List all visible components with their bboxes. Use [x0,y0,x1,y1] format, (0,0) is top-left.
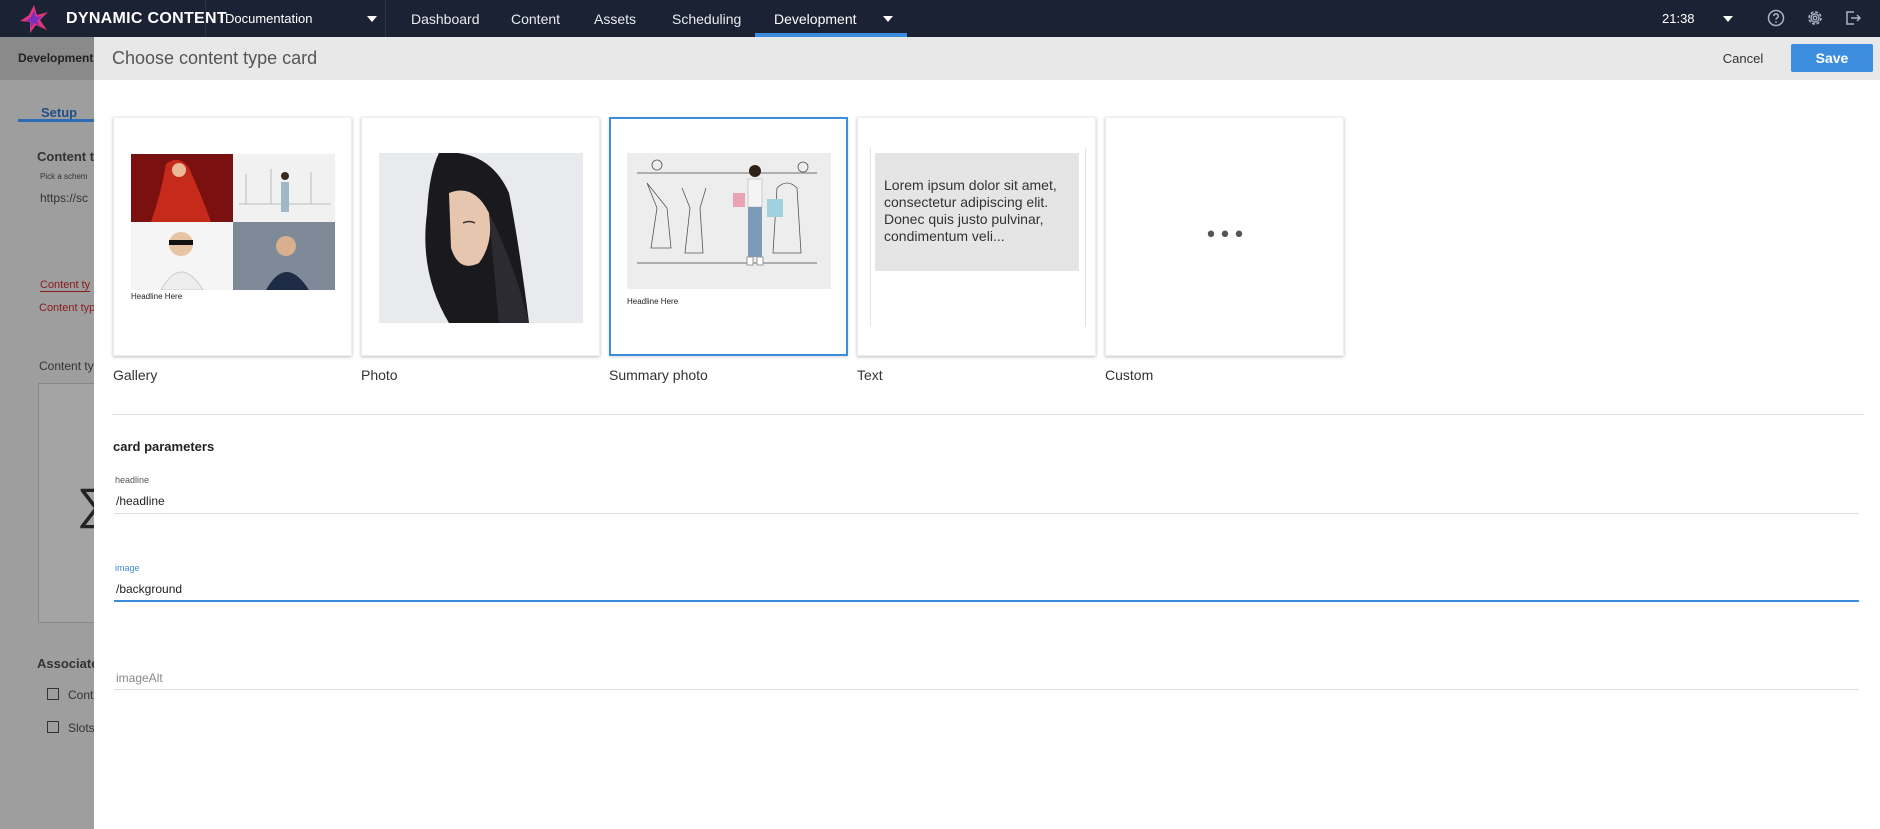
content-type-label: Content ty [39,359,94,373]
card-custom[interactable]: ••• [1105,117,1344,356]
brand-name: DYNAMIC CONTENT [66,10,227,27]
content-type-error-message: Content typ [39,302,96,314]
headline-field[interactable]: /headline [116,494,165,508]
hub-selector[interactable]: Documentation [205,0,386,37]
nav-assets[interactable]: Assets [594,11,636,27]
photo-thumbnail [379,153,583,323]
help-icon[interactable] [1766,8,1786,28]
save-button[interactable]: Save [1791,44,1873,72]
schema-url-field[interactable]: https://sc [40,191,88,205]
nav-scheduling[interactable]: Scheduling [672,11,741,27]
card-gallery[interactable]: Headline Here [113,117,352,356]
content-type-heading: Content ty [37,149,102,164]
gallery-headline: Headline Here [131,292,183,301]
schema-hint: Pick a schem [40,172,88,181]
subnav-bar: Development [0,37,94,80]
card-photo[interactable] [361,117,600,356]
content-type-preview-card: ∑ [38,383,108,623]
cancel-button[interactable]: Cancel [1708,45,1778,71]
logout-icon[interactable] [1843,8,1863,28]
nav-development[interactable]: Development [774,11,857,27]
section-divider [112,414,1864,415]
card-text-label: Text [857,367,883,383]
headline-field-underline [114,513,1859,514]
gear-icon[interactable] [1805,8,1825,28]
top-navigation-bar: DYNAMIC CONTENT Documentation Dashboard … [0,0,1880,37]
card-custom-label: Custom [1105,367,1154,383]
lorem-text: Lorem ipsum dolor sit amet, consectetur … [875,153,1079,271]
card-text[interactable]: Lorem ipsum dolor sit amet, consectetur … [857,117,1096,356]
card-gallery-label: Gallery [113,367,158,383]
summary-photo-headline: Headline Here [627,297,679,306]
image-field-label: image [115,563,140,573]
summary-photo-thumbnail [627,153,831,289]
choose-card-modal: Choose content type card Cancel Save Hea… [94,37,1880,829]
more-dots-icon: ••• [1204,223,1247,248]
image-field[interactable]: /background [116,582,182,596]
checkbox-slots[interactable] [47,721,59,733]
tab-setup-indicator [18,119,94,122]
nav-dashboard[interactable]: Dashboard [411,11,480,27]
checkbox-content-label: Cont [68,688,94,702]
image-alt-field-underline [114,689,1859,690]
logo-icon [20,5,48,33]
subnav-title: Development [18,51,94,65]
checkbox-content[interactable] [47,688,59,700]
card-summary-photo[interactable]: Headline Here [609,117,848,356]
development-menu-chevron-icon[interactable] [883,16,893,22]
hub-label: Documentation [225,11,313,26]
clock-time: 21:38 [1662,11,1695,26]
image-alt-field[interactable]: imageAlt [116,671,163,685]
card-parameters-title: card parameters [113,439,215,454]
headline-field-label: headline [115,475,150,485]
card-photo-label: Photo [361,367,398,383]
nav-content[interactable]: Content [511,11,560,27]
chevron-down-icon [367,16,377,22]
time-chevron-down-icon[interactable] [1723,16,1733,22]
card-summary-photo-label: Summary photo [609,367,708,383]
gallery-thumbnail [131,154,335,290]
image-field-underline [114,600,1859,602]
modal-title: Choose content type card [112,48,318,68]
tab-setup[interactable]: Setup [41,105,77,120]
associated-heading: Associate [37,656,99,671]
checkbox-slots-label: Slots [68,721,95,735]
modal-header: Choose content type card Cancel Save [94,37,1880,80]
content-type-error-field[interactable]: Content ty [40,279,91,292]
